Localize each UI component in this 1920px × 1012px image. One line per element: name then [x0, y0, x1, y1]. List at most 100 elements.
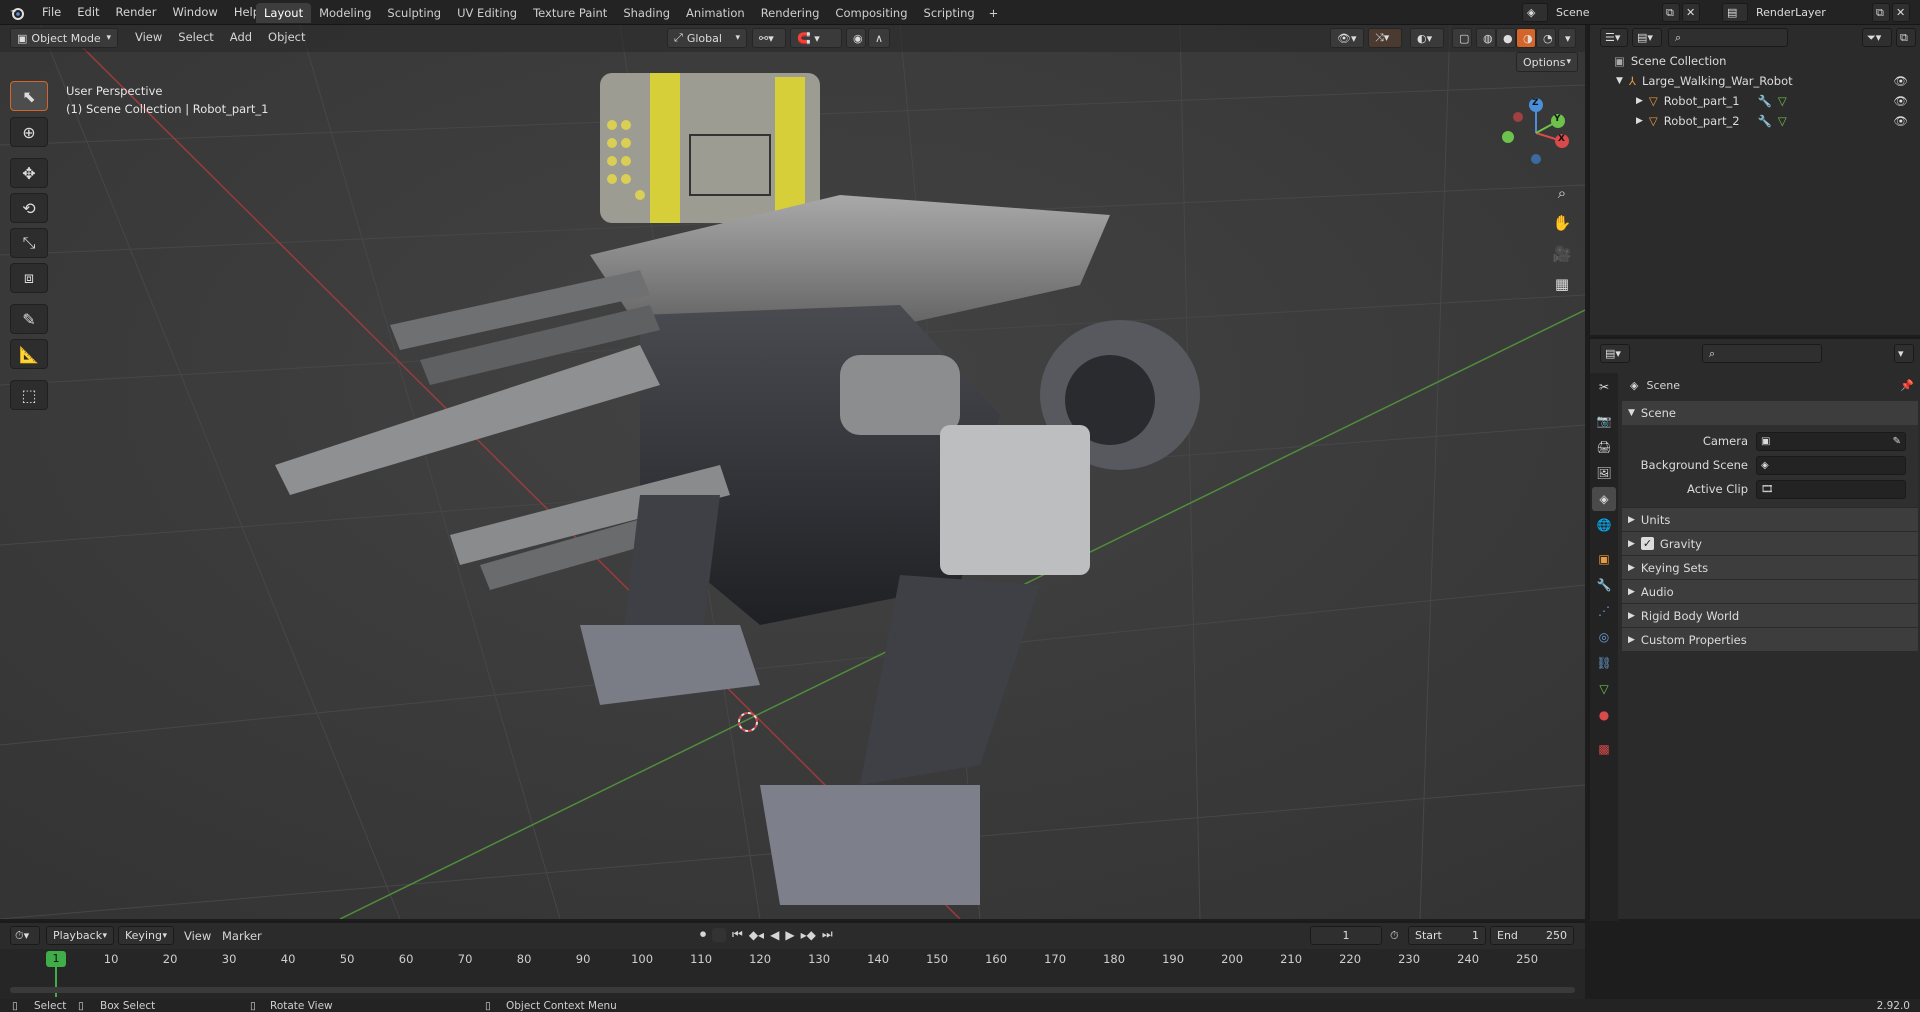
menu-select[interactable]: Select [170, 30, 221, 44]
menu-object[interactable]: Object [260, 30, 313, 44]
view-layer-browse-icon[interactable]: ▤ [1722, 3, 1748, 22]
transform-tool[interactable]: ⧈ [10, 263, 48, 293]
perspective-grid-icon[interactable]: ▦ [1549, 271, 1575, 297]
snap-icon[interactable]: 🧲 ▾ [790, 28, 842, 48]
physics-tab-icon[interactable]: ◎ [1592, 625, 1616, 649]
outliner-item-robot-part-2[interactable]: ▶ ▽ Robot_part_2 🔧 ▽ 👁 [1636, 111, 1916, 131]
eyedropper-icon[interactable]: ✎ [1893, 436, 1901, 447]
rotate-tool[interactable]: ⟲ [10, 193, 48, 223]
rendered-shading-icon[interactable]: ◔ [1536, 28, 1556, 48]
mesh-data-icon[interactable]: ▽ [1778, 91, 1787, 111]
scene-browse-icon[interactable]: ◈ [1522, 3, 1548, 22]
menu-view[interactable]: View [127, 30, 170, 44]
data-tab-icon[interactable]: ▽ [1592, 677, 1616, 701]
tab-uv-editing[interactable]: UV Editing [449, 3, 525, 23]
options-chevron-icon[interactable]: ▾ [1894, 344, 1914, 363]
modifier-wrench-icon[interactable]: 🔧 [1758, 111, 1772, 131]
playhead-frame-indicator[interactable]: 1 [46, 951, 66, 967]
playback-dropdown[interactable]: Playback ▾ [46, 926, 114, 945]
view-layer-close-icon[interactable]: ✕ [1892, 3, 1910, 22]
material-preview-icon[interactable]: ◑ [1516, 28, 1536, 48]
outliner-item-scene-collection[interactable]: ▣ Scene Collection [1614, 51, 1914, 71]
texture-tab-icon[interactable]: ▩ [1592, 737, 1616, 761]
jump-start-icon[interactable]: ⏮ [732, 927, 743, 942]
outliner-search-input[interactable]: ⌕ [1668, 28, 1788, 47]
editor-type-icon[interactable]: ⏱▾ [10, 926, 40, 945]
measure-tool[interactable]: 📐 [10, 339, 48, 369]
menu-file[interactable]: File [34, 0, 69, 25]
new-collection-icon[interactable]: ⧉ [1896, 28, 1916, 47]
navigation-gizmo[interactable]: Z X Y [1500, 87, 1580, 177]
eye-icon[interactable]: 👁 [1893, 71, 1908, 91]
xray-icon[interactable]: ▢ [1452, 28, 1472, 48]
menu-render[interactable]: Render [108, 0, 165, 25]
annotate-tool[interactable]: ✎ [10, 304, 48, 334]
scene-tab-icon[interactable]: ◈ [1592, 487, 1616, 511]
background-scene-field[interactable]: ◈ [1756, 455, 1906, 475]
pivot-point-icon[interactable]: ⚯▾ [752, 28, 786, 48]
properties-search-input[interactable]: ⌕ [1702, 344, 1822, 363]
scene-panel-header[interactable]: ▼ Scene [1622, 401, 1918, 425]
modifiers-tab-icon[interactable]: 🔧 [1592, 573, 1616, 597]
particles-tab-icon[interactable]: ⋰ [1592, 599, 1616, 623]
current-frame-field[interactable]: 1 [1310, 926, 1382, 945]
falloff-icon[interactable]: ∧ [868, 28, 890, 48]
editor-type-icon[interactable]: ▤▾ [1600, 344, 1630, 363]
scale-tool[interactable]: ⤡ [10, 228, 48, 258]
wireframe-shading-icon[interactable]: ◍ [1476, 28, 1496, 48]
outliner-item-large-walking-war-robot[interactable]: ▼ ⅄ Large_Walking_War_Robot 👁 [1616, 71, 1916, 91]
material-tab-icon[interactable]: ● [1592, 703, 1616, 727]
outliner-item-robot-part-1[interactable]: ▶ ▽ Robot_part_1 🔧 ▽ 👁 [1636, 91, 1916, 111]
preview-range-icon[interactable]: ⏱ [1390, 929, 1399, 943]
pan-hand-icon[interactable]: ✋ [1549, 210, 1575, 236]
tab-scripting[interactable]: Scripting [916, 3, 983, 23]
camera-field[interactable]: ▣ ✎ [1756, 431, 1906, 451]
start-frame-field[interactable]: Start 1 [1408, 926, 1486, 945]
add-cube-tool[interactable]: ⬚ [10, 380, 48, 410]
gravity-checkbox[interactable]: ✓ [1640, 537, 1654, 550]
overlays-icon[interactable]: ◐▾ [1410, 28, 1444, 48]
options-dropdown[interactable]: Options ▾ [1516, 52, 1578, 72]
end-frame-field[interactable]: End 250 [1490, 926, 1574, 945]
tab-animation[interactable]: Animation [678, 3, 753, 23]
timeline-scrollbar[interactable] [10, 987, 1575, 993]
move-tool[interactable]: ✥ [10, 158, 48, 188]
menu-marker[interactable]: Marker [214, 929, 270, 943]
shading-options-icon[interactable]: ▾ [1558, 28, 1576, 48]
editor-type-icon[interactable]: ☰▾ [1600, 28, 1628, 47]
eye-icon[interactable]: 👁 [1893, 111, 1908, 131]
modifier-wrench-icon[interactable]: 🔧 [1758, 91, 1772, 111]
menu-add[interactable]: Add [222, 30, 260, 44]
active-clip-field[interactable]: 🎞 [1756, 479, 1906, 499]
3d-viewport[interactable]: ▣ Object Mode ▾ View Select Add Object ⤢… [0, 25, 1585, 919]
next-keyframe-icon[interactable]: ▸◆ [801, 928, 816, 942]
tab-compositing[interactable]: Compositing [827, 3, 915, 23]
view-layer-tab-icon[interactable]: 🖼 [1592, 461, 1616, 485]
world-tab-icon[interactable]: 🌐 [1592, 513, 1616, 537]
expand-right-icon[interactable]: ▶ [1636, 111, 1643, 131]
cursor-tool[interactable]: ⊕ [10, 117, 48, 147]
prev-keyframe-icon[interactable]: ◆◂ [749, 928, 764, 942]
menu-window[interactable]: Window [164, 0, 225, 25]
object-tab-icon[interactable]: ▣ [1592, 547, 1616, 571]
jump-end-icon[interactable]: ⏭ [822, 927, 833, 942]
tab-modeling[interactable]: Modeling [311, 3, 379, 23]
render-tab-icon[interactable]: 📷 [1592, 409, 1616, 433]
tab-sculpting[interactable]: Sculpting [379, 3, 449, 23]
select-box-tool[interactable]: ⬉ [10, 81, 48, 111]
view-layer-copy-icon[interactable]: ⧉ [1872, 3, 1890, 22]
transform-orientation-dropdown[interactable]: ⤢ Global ▾ [667, 28, 747, 48]
solid-shading-icon[interactable]: ● [1496, 28, 1516, 48]
zoom-icon[interactable]: ⌕ [1549, 180, 1575, 206]
play-reverse-icon[interactable]: ◀ [770, 928, 779, 942]
units-panel-header[interactable]: ▶ Units [1622, 507, 1918, 531]
rigid-body-world-panel-header[interactable]: ▶ Rigid Body World [1622, 603, 1918, 627]
eye-icon[interactable]: 👁 [1893, 91, 1908, 111]
display-mode-icon[interactable]: ▤▾ [1632, 28, 1662, 47]
keying-sets-panel-header[interactable]: ▶ Keying Sets [1622, 555, 1918, 579]
gizmo-toggle-icon[interactable]: ⤨▾ [1368, 28, 1402, 48]
tool-tab-icon[interactable]: ✂ [1592, 375, 1616, 399]
mode-dropdown[interactable]: ▣ Object Mode ▾ [10, 28, 118, 48]
constraints-tab-icon[interactable]: ⛓ [1592, 651, 1616, 675]
menu-view[interactable]: View [176, 929, 219, 943]
